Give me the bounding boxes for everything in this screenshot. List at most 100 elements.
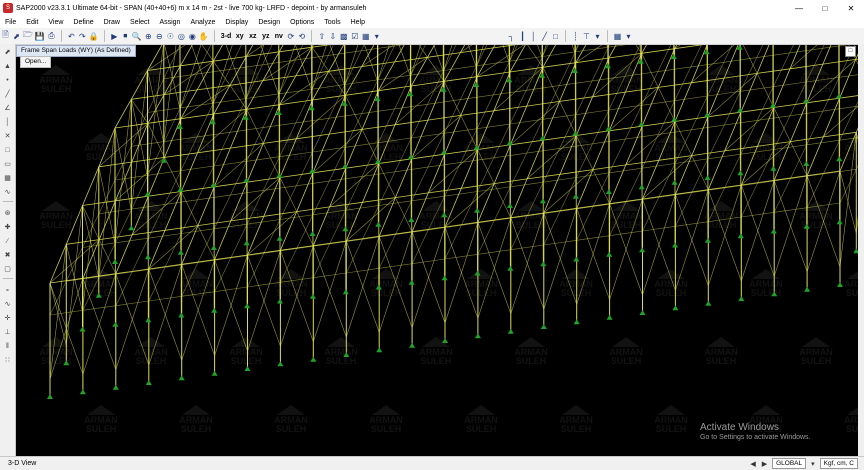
frame-member[interactable] [362,163,380,203]
frame-member[interactable] [411,229,429,264]
frame-member[interactable] [197,45,214,62]
support-restraint-icon[interactable] [178,375,185,381]
frame-member[interactable] [66,244,83,312]
frame-member[interactable] [246,51,280,57]
frame-member[interactable] [543,212,577,305]
frame-member[interactable] [608,138,626,173]
frame-member[interactable] [707,111,741,118]
rotate-icon[interactable]: ⟳ [286,30,295,42]
zoom-restore-icon[interactable]: ◉ [188,30,197,42]
new-file-icon[interactable]: 🗎 [1,30,10,42]
frame-member[interactable] [114,99,132,245]
frame-member[interactable] [690,45,708,83]
frame-member[interactable] [296,214,314,249]
frame-member[interactable] [328,71,346,96]
frame-member[interactable] [180,152,198,192]
frame-member[interactable] [279,138,297,178]
view-3d-button[interactable]: 3-d [220,30,233,42]
frame-member[interactable] [247,253,265,288]
frame-member[interactable] [641,87,659,127]
frame-member[interactable] [344,50,362,85]
support-restraint-icon[interactable] [375,284,382,290]
frame-member[interactable] [279,151,313,157]
frame-member[interactable] [130,70,148,100]
frame-member[interactable] [263,177,281,217]
frame-member[interactable] [395,200,412,235]
frame-member[interactable] [641,53,659,88]
draw-area-left-icon[interactable]: □ [2,144,13,156]
frame-member[interactable] [822,77,840,112]
frame-member[interactable] [443,81,462,116]
frame-member[interactable] [691,116,709,156]
frame-member[interactable] [410,45,443,77]
support-restraint-icon[interactable] [178,312,185,318]
frame-member[interactable] [246,80,264,110]
frame-member[interactable] [756,45,773,74]
frame-member[interactable] [510,181,544,188]
frame-member[interactable] [741,141,791,186]
frame-member[interactable] [658,163,676,198]
frame-member[interactable] [247,254,281,347]
sap2000-logo-icon[interactable]: S [3,3,13,13]
support-restraint-icon[interactable] [639,310,646,315]
frame-member[interactable] [329,210,347,245]
frame-member[interactable] [806,97,840,104]
frame-member[interactable] [279,122,297,157]
frame-member[interactable] [707,91,741,97]
frame-member[interactable] [378,158,412,164]
frame-member[interactable] [280,277,314,283]
frame-member[interactable] [148,225,199,270]
frame-member[interactable] [493,71,511,111]
frame-member[interactable] [609,201,627,236]
draw-area-icon[interactable]: □ [551,30,560,42]
draw-line-icon[interactable]: ╱ [2,88,13,100]
frame-member[interactable] [313,272,347,278]
frame-member[interactable] [180,45,196,66]
frame-member[interactable] [592,169,610,204]
frame-member[interactable] [493,183,512,218]
menu-file[interactable]: File [0,19,21,26]
menu-assign[interactable]: Assign [154,19,185,26]
frame-member[interactable] [773,178,791,213]
frame-member[interactable] [789,81,807,116]
frame-member[interactable] [691,155,709,190]
frame-member[interactable] [98,242,116,277]
support-restraint-icon[interactable] [672,242,678,248]
frame-member[interactable] [822,98,840,138]
select-all-icon[interactable]: ⊛ [2,207,13,219]
frame-member[interactable] [49,282,67,346]
frame-member[interactable] [345,66,363,96]
draw-beam-icon[interactable]: │ [529,30,538,42]
support-restraint-icon[interactable] [310,356,317,362]
frame-member[interactable] [82,166,100,312]
support-restraint-icon[interactable] [243,240,250,246]
frame-member[interactable] [214,181,248,188]
support-restraint-icon[interactable] [540,261,547,267]
snap-points-icon[interactable]: ∘ [2,284,13,296]
draw-polyline-icon[interactable]: ∠ [2,102,13,114]
frame-member[interactable] [542,101,560,141]
save-icon[interactable]: 💾 [35,30,45,42]
frame-member[interactable] [411,166,429,201]
support-restraint-icon[interactable] [737,233,744,239]
support-restraint-icon[interactable] [441,275,448,281]
support-restraint-icon[interactable] [770,165,777,171]
frame-member[interactable] [576,235,610,241]
dropdown-arrow-icon[interactable]: ▾ [372,30,381,42]
frame-member[interactable] [378,163,396,198]
frame-member[interactable] [230,224,248,259]
frame-member[interactable] [707,150,725,190]
frame-member[interactable] [115,237,149,244]
frame-member[interactable] [460,149,478,189]
support-restraint-icon[interactable] [704,175,711,180]
support-restraint-icon[interactable] [276,235,283,241]
frame-member[interactable] [740,86,774,92]
frame-member[interactable] [410,57,428,87]
frame-member[interactable] [773,144,807,150]
support-restraint-icon[interactable] [63,360,70,366]
frame-member[interactable] [214,259,248,352]
support-restraint-icon[interactable] [572,193,579,199]
zoom-previous-icon[interactable]: ☉ [166,30,175,42]
frame-member[interactable] [312,118,330,153]
view-maximize-button[interactable]: □ [845,46,856,57]
